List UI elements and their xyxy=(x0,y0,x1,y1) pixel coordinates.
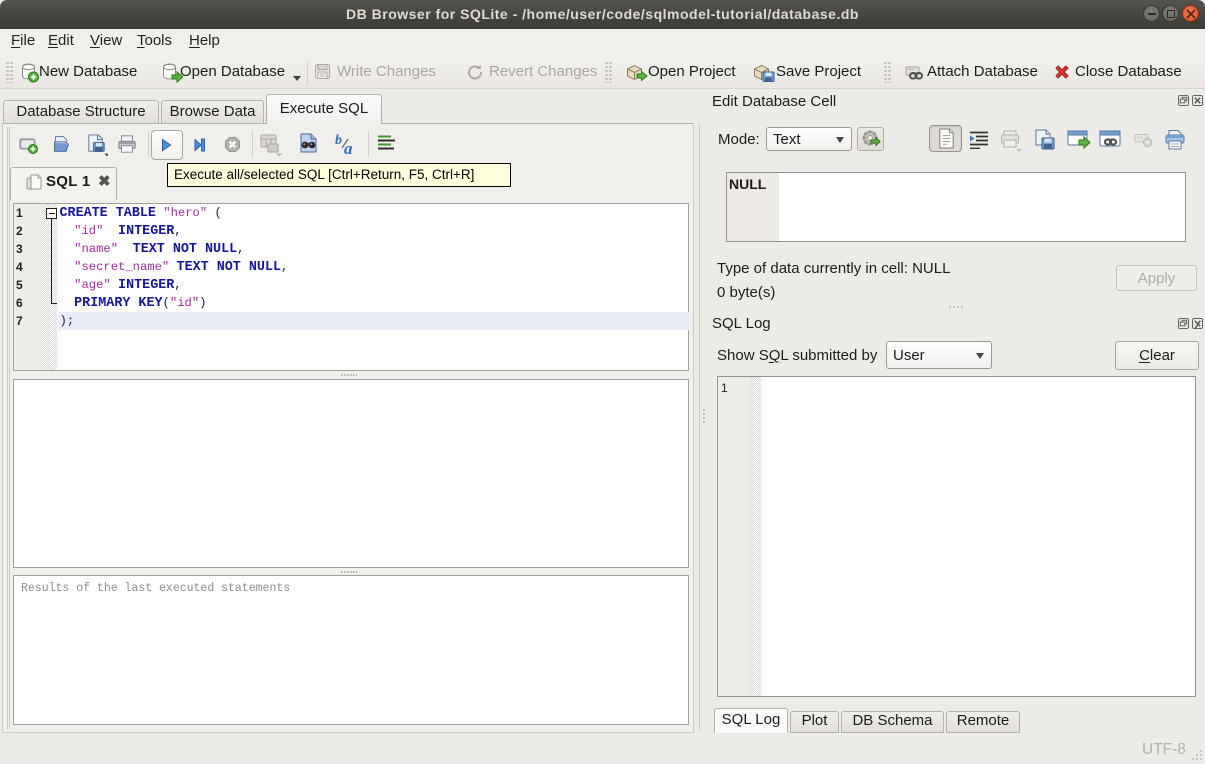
svg-text:b: b xyxy=(335,133,342,148)
svg-text:a: a xyxy=(344,139,353,156)
